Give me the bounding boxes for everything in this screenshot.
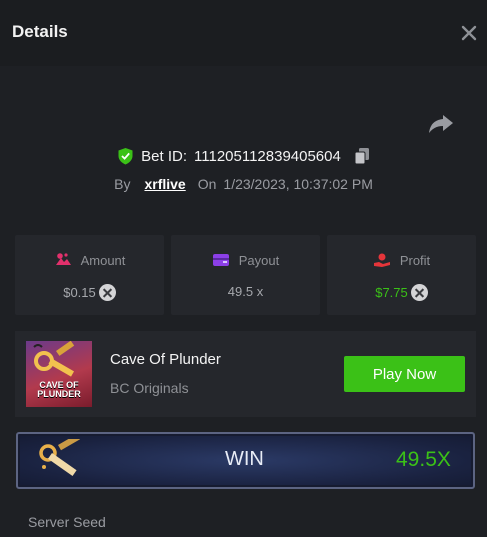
currency-coin-icon [410, 284, 428, 301]
amount-value: $0.15 [63, 285, 96, 300]
profit-card: Profit $7.75 [327, 235, 476, 315]
profit-hand-icon [373, 253, 390, 267]
bet-id-row: Bet ID: 111205112839405604 [0, 145, 487, 167]
wallet-icon [212, 254, 229, 266]
close-icon[interactable] [458, 22, 480, 44]
key-treasure-icon [39, 439, 81, 476]
thumb-text-2: PLUNDER [37, 389, 81, 399]
payout-label: Payout [238, 252, 280, 268]
server-seed-heading: Server Seed [28, 514, 106, 530]
result-multiplier: 49.5X [396, 448, 451, 471]
result-banner: WIN 49.5X [16, 432, 475, 489]
by-label: By [114, 176, 131, 192]
bet-id-value: 111205112839405604 [194, 147, 341, 165]
game-card: CAVE OF PLUNDER Cave Of Plunder BC Origi… [15, 331, 476, 417]
amount-label: Amount [80, 252, 126, 268]
share-icon[interactable] [428, 112, 454, 134]
payout-value: 49.5 x [227, 284, 264, 299]
on-label: On [197, 176, 217, 192]
game-thumbnail[interactable]: CAVE OF PLUNDER [26, 341, 92, 407]
bet-byline: By xrflive On 1/23/2023, 10:37:02 PM [0, 174, 487, 194]
profit-label: Profit [399, 252, 431, 268]
bet-id-label: Bet ID: [141, 147, 188, 165]
game-provider: BC Originals [110, 380, 189, 396]
play-now-button[interactable]: Play Now [344, 356, 465, 392]
details-title: Details [12, 22, 68, 41]
details-header: Details [0, 0, 487, 66]
currency-coin-icon [98, 284, 116, 301]
result-label: WIN [225, 448, 264, 470]
profit-value: $7.75 [375, 285, 408, 300]
username-link[interactable]: xrflive [144, 176, 185, 192]
game-name[interactable]: Cave Of Plunder [110, 351, 221, 368]
amount-card: Amount $0.15 [15, 235, 164, 315]
bet-timestamp: 1/23/2023, 10:37:02 PM [223, 176, 373, 192]
amount-icon [55, 253, 71, 265]
payout-card: Payout 49.5 x [171, 235, 320, 315]
verified-shield-icon [118, 148, 133, 165]
copy-icon[interactable] [354, 147, 370, 165]
